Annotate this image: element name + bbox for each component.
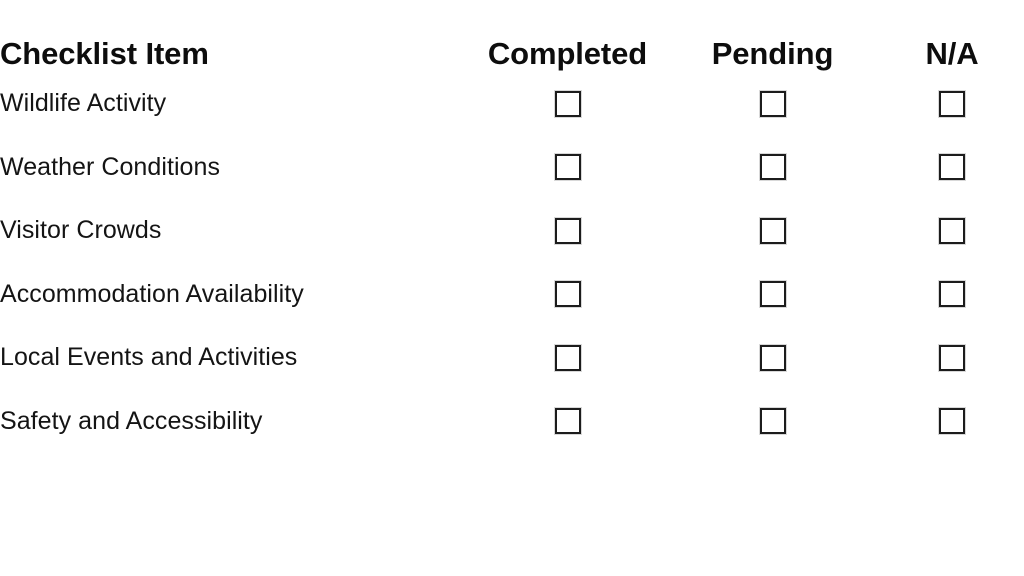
checkbox-cell-na	[880, 326, 1024, 390]
checkbox-cell-na	[880, 390, 1024, 454]
checkbox-pending-row-2[interactable]	[759, 154, 786, 181]
checkbox-cell-completed	[470, 72, 665, 136]
checkbox-completed-row-6[interactable]	[554, 408, 581, 435]
checkbox-completed-row-5[interactable]	[554, 344, 581, 371]
checkbox-na-row-2[interactable]	[939, 154, 965, 181]
checkbox-na-row-6[interactable]	[939, 408, 965, 435]
checkbox-cell-na	[880, 72, 1024, 136]
checklist-item-label: Accommodation Availability	[0, 279, 304, 308]
column-header-item: Checklist Item	[0, 36, 209, 71]
table-row: Safety and Accessibility	[0, 390, 1024, 454]
table-row: Visitor Crowds	[0, 199, 1024, 263]
checkbox-pending-row-6[interactable]	[759, 408, 786, 435]
checklist-item-label: Safety and Accessibility	[0, 406, 263, 435]
checkbox-cell-completed	[470, 199, 665, 263]
checkbox-pending-row-5[interactable]	[759, 344, 786, 371]
checkbox-cell-pending	[665, 326, 880, 390]
checkbox-cell-na	[880, 199, 1024, 263]
checkbox-cell-pending	[665, 390, 880, 454]
table-body: Wildlife Activity Weather Conditions Visit…	[0, 72, 1024, 453]
checkbox-cell-pending	[665, 263, 880, 327]
checkbox-pending-row-4[interactable]	[759, 281, 786, 308]
checkbox-cell-pending	[665, 199, 880, 263]
checkbox-completed-row-3[interactable]	[554, 217, 581, 244]
column-header-na: N/A	[925, 36, 979, 71]
checkbox-cell-completed	[470, 326, 665, 390]
checklist-item-label: Visitor Crowds	[0, 216, 162, 245]
checkbox-na-row-5[interactable]	[939, 344, 965, 371]
checkbox-na-row-4[interactable]	[939, 281, 965, 308]
checkbox-cell-pending	[665, 72, 880, 136]
table-row: Wildlife Activity	[0, 72, 1024, 136]
checkbox-completed-row-1[interactable]	[554, 90, 581, 117]
checkbox-completed-row-4[interactable]	[554, 281, 581, 308]
column-header-completed: Completed	[487, 36, 648, 71]
checkbox-cell-completed	[470, 263, 665, 327]
checklist-item-label: Local Events and Activities	[0, 343, 298, 372]
checklist-sheet: Checklist Item Completed Pending N/A Wil…	[0, 0, 1024, 576]
checklist-item-label: Weather Conditions	[0, 152, 221, 181]
table-row: Weather Conditions	[0, 136, 1024, 200]
table-header: Checklist Item Completed Pending N/A	[0, 0, 1024, 72]
checkbox-pending-row-1[interactable]	[759, 90, 786, 117]
checkbox-cell-pending	[665, 136, 880, 200]
checkbox-cell-na	[880, 263, 1024, 327]
checkbox-completed-row-2[interactable]	[554, 154, 581, 181]
checkbox-cell-completed	[470, 136, 665, 200]
column-header-pending: Pending	[711, 36, 834, 71]
table-row: Local Events and Activities	[0, 326, 1024, 390]
table-row: Accommodation Availability	[0, 263, 1024, 327]
checklist-table: Checklist Item Completed Pending N/A Wil…	[0, 0, 1024, 453]
checklist-item-label: Wildlife Activity	[0, 89, 167, 118]
checkbox-na-row-3[interactable]	[939, 217, 965, 244]
checkbox-cell-na	[880, 136, 1024, 200]
checkbox-na-row-1[interactable]	[939, 90, 965, 117]
header-row: Checklist Item Completed Pending N/A	[0, 0, 1024, 72]
checkbox-pending-row-3[interactable]	[759, 217, 786, 244]
checkbox-cell-completed	[470, 390, 665, 454]
